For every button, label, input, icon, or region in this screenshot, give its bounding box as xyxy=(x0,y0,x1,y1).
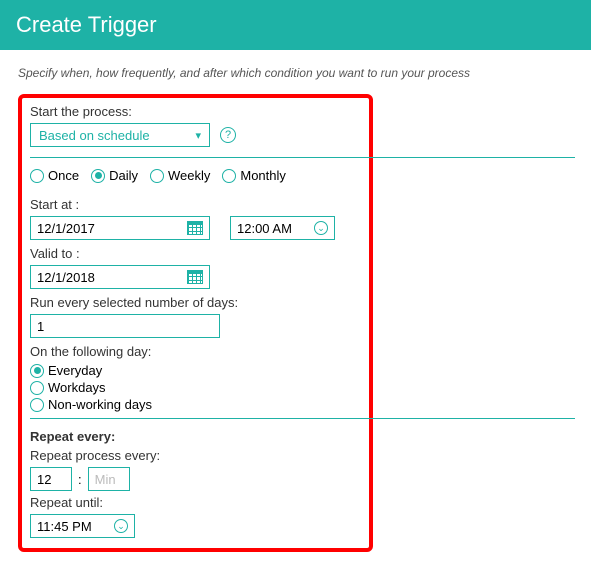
highlighted-section: Start the process: Based on schedule ▾ ?… xyxy=(18,94,373,552)
repeat-until-label: Repeat until: xyxy=(30,495,361,510)
run-every-value: 1 xyxy=(37,319,44,334)
frequency-weekly[interactable]: Weekly xyxy=(150,168,210,183)
repeat-process-label: Repeat process every: xyxy=(30,448,361,463)
following-day-workdays[interactable]: Workdays xyxy=(30,380,361,395)
radio-icon xyxy=(91,169,105,183)
valid-to-label: Valid to : xyxy=(30,246,361,261)
radio-icon xyxy=(30,364,44,378)
clock-icon: ⌄ xyxy=(114,519,128,533)
radio-icon xyxy=(222,169,236,183)
frequency-once[interactable]: Once xyxy=(30,168,79,183)
repeat-value-input[interactable]: 12 xyxy=(30,467,72,491)
divider xyxy=(30,418,575,419)
repeat-until-input[interactable]: 11:45 PM ⌄ xyxy=(30,514,135,538)
frequency-monthly[interactable]: Monthly xyxy=(222,168,286,183)
repeat-min-placeholder: Min xyxy=(95,472,116,487)
dialog-header: Create Trigger xyxy=(0,0,591,50)
calendar-icon xyxy=(187,270,203,284)
start-at-time-value: 12:00 AM xyxy=(237,221,292,236)
start-at-time-input[interactable]: 12:00 AM ⌄ xyxy=(230,216,335,240)
radio-icon xyxy=(30,398,44,412)
start-at-date-input[interactable]: 12/1/2017 xyxy=(30,216,210,240)
radio-icon xyxy=(30,381,44,395)
clock-icon: ⌄ xyxy=(314,221,328,235)
calendar-icon xyxy=(187,221,203,235)
run-every-label: Run every selected number of days: xyxy=(30,295,361,310)
valid-to-date-value: 12/1/2018 xyxy=(37,270,95,285)
following-day-radio-group: Everyday Workdays Non-working days xyxy=(30,363,361,412)
frequency-radio-group: Once Daily Weekly Monthly xyxy=(30,168,361,183)
start-at-label: Start at : xyxy=(30,197,361,212)
radio-icon xyxy=(150,169,164,183)
start-process-label: Start the process: xyxy=(30,104,361,119)
repeat-until-value: 11:45 PM xyxy=(37,519,92,534)
frequency-daily[interactable]: Daily xyxy=(91,168,138,183)
repeat-min-input[interactable]: Min xyxy=(88,467,130,491)
run-every-input[interactable]: 1 xyxy=(30,314,220,338)
dialog-subtitle: Specify when, how frequently, and after … xyxy=(18,66,573,80)
following-day-label: On the following day: xyxy=(30,344,361,359)
dialog-title: Create Trigger xyxy=(16,12,575,38)
valid-to-date-input[interactable]: 12/1/2018 xyxy=(30,265,210,289)
divider xyxy=(30,157,575,158)
chevron-down-icon: ▾ xyxy=(195,129,201,142)
start-process-value: Based on schedule xyxy=(39,128,150,143)
repeat-heading: Repeat every: xyxy=(30,429,361,444)
dialog-body: Specify when, how frequently, and after … xyxy=(0,50,591,568)
start-process-select[interactable]: Based on schedule ▾ xyxy=(30,123,210,147)
following-day-everyday[interactable]: Everyday xyxy=(30,363,361,378)
radio-icon xyxy=(30,169,44,183)
repeat-value: 12 xyxy=(37,472,51,487)
following-day-nonworking[interactable]: Non-working days xyxy=(30,397,361,412)
help-icon[interactable]: ? xyxy=(220,127,236,143)
repeat-colon: : xyxy=(78,472,82,487)
start-at-date-value: 12/1/2017 xyxy=(37,221,95,236)
